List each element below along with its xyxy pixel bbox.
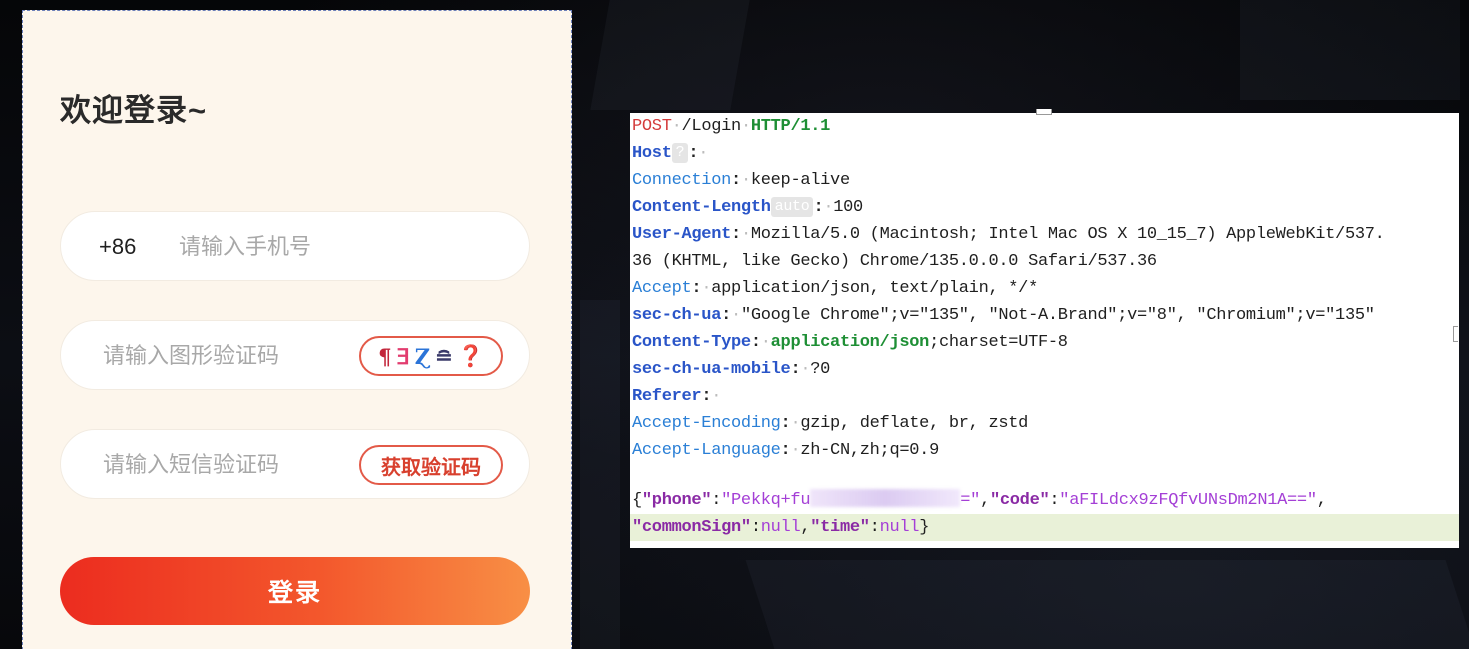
http-request-panel: POST·/Login·HTTP/1.1 Host?:· Connection:… [630, 109, 1459, 548]
captcha-glyph: ≘ [435, 343, 453, 369]
sms-code-field: 获取验证码 [60, 429, 530, 499]
collapse-handle-icon[interactable] [1036, 109, 1052, 115]
captcha-glyph: ⴺ [396, 343, 410, 369]
phone-field: +86 [60, 211, 530, 281]
captcha-image[interactable]: ¶ ⴺ Ɀ ≘ ❓ [359, 336, 503, 376]
login-panel: 欢迎登录~ +86 ¶ ⴺ Ɀ ≘ ❓ 获取验证码 登录 [22, 10, 572, 649]
header-sec-ch-ua-mobile: sec-ch-ua-mobile:·?0 [632, 360, 831, 379]
resize-handle-icon[interactable] [1453, 326, 1458, 342]
header-accept: Accept:·application/json, text/plain, */… [632, 279, 1038, 298]
login-button[interactable]: 登录 [60, 557, 530, 625]
request-body-line-1: {"phone":"Pekkq+fu =","code":"aFILdcx9zFQ… [632, 489, 1327, 510]
country-code-prefix[interactable]: +86 [99, 234, 136, 260]
header-accept-language: Accept-Language:·zh-CN,zh;q=0.9 [632, 441, 939, 460]
captcha-input[interactable] [103, 339, 343, 373]
sms-code-input[interactable] [103, 448, 343, 482]
request-line: POST·/Login·HTTP/1.1 [632, 117, 831, 136]
redacted-blur [810, 489, 961, 507]
header-sec-ch-ua: sec-ch-ua:·"Google Chrome";v="135", "Not… [632, 306, 1375, 325]
request-body-line-2: "commonSign":null,"time":null} [630, 514, 1459, 541]
host-badge[interactable]: ? [671, 143, 689, 163]
auto-badge[interactable]: auto [770, 197, 814, 217]
login-title: 欢迎登录~ [60, 93, 208, 128]
header-user-agent: User-Agent:·Mozilla/5.0 (Macintosh; Inte… [632, 225, 1385, 244]
header-referer: Referer:· [632, 387, 722, 406]
header-accept-encoding: Accept-Encoding:·gzip, deflate, br, zstd [632, 414, 1029, 433]
header-connection: Connection:·keep-alive [632, 171, 850, 190]
header-content-length: Content-Length auto:·100 [632, 197, 863, 217]
captcha-glyph: Ɀ [414, 343, 431, 369]
header-host: Host?:· [632, 143, 709, 163]
phone-input[interactable] [179, 230, 499, 264]
header-user-agent-cont: 36 (KHTML, like Gecko) Chrome/135.0.0.0 … [632, 252, 1157, 271]
captcha-field: ¶ ⴺ Ɀ ≘ ❓ [60, 320, 530, 390]
header-content-type: Content-Type:·application/json;charset=U… [632, 333, 1068, 352]
get-sms-code-button[interactable]: 获取验证码 [359, 445, 503, 485]
captcha-glyph: ¶ [378, 343, 392, 369]
captcha-glyph: ❓ [457, 343, 484, 368]
